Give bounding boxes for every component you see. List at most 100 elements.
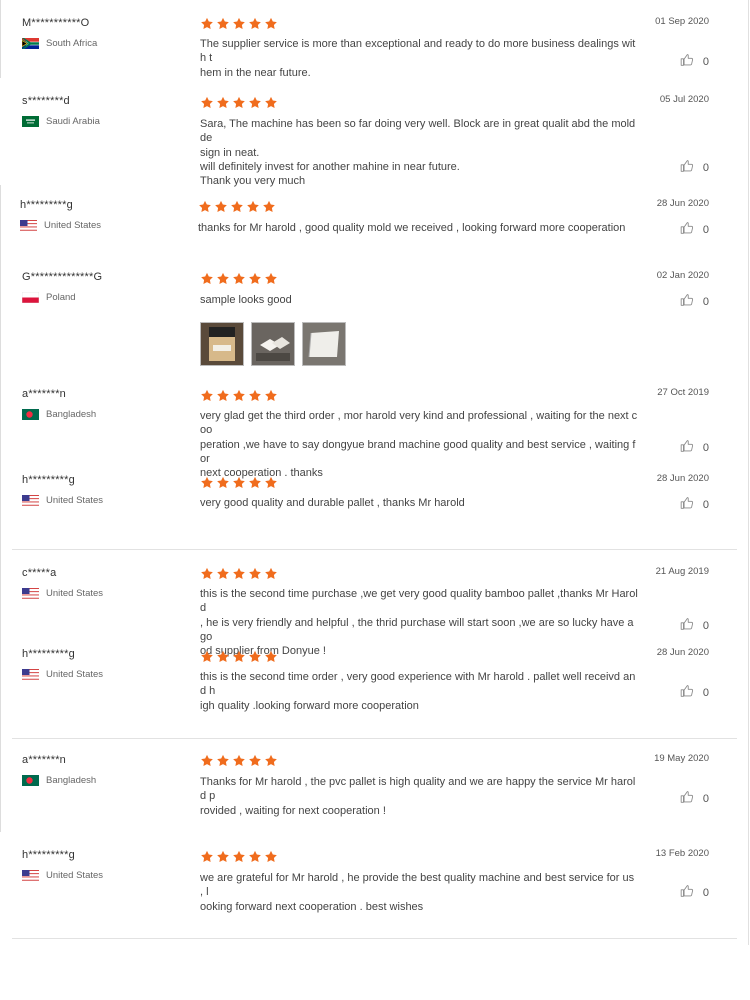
review-date: 28 Jun 2020 xyxy=(656,198,709,209)
country-label: Saudi Arabia xyxy=(46,116,100,127)
us-flag-icon xyxy=(22,870,39,881)
like-count: 0 xyxy=(702,886,709,899)
reviewer-country: United States xyxy=(20,220,101,231)
like-button[interactable]: 0 xyxy=(680,293,709,310)
thumbs-up-icon xyxy=(680,617,703,634)
like-count: 0 xyxy=(702,295,709,308)
us-flag-icon xyxy=(22,669,39,680)
us-flag-icon xyxy=(22,495,39,506)
like-button[interactable]: 0 xyxy=(680,496,709,513)
thumbs-up-icon xyxy=(680,790,703,807)
section-divider xyxy=(12,738,737,739)
star-icon xyxy=(217,850,229,862)
like-button[interactable]: 0 xyxy=(680,617,709,634)
bd-flag-icon xyxy=(22,775,39,786)
review-text: very good quality and durable pallet , t… xyxy=(200,496,640,510)
star-icon xyxy=(233,567,245,579)
review-date: 28 Jun 2020 xyxy=(656,647,709,658)
bd-flag-icon xyxy=(22,409,39,420)
star-icon xyxy=(201,650,213,662)
reviewer-country: United States xyxy=(22,669,103,680)
star-rating xyxy=(200,567,278,581)
thumbs-up-icon xyxy=(680,221,703,238)
review-item: s********d Saudi Arabia Sara, The machin… xyxy=(0,86,750,190)
review-text-line: The supplier service is more than except… xyxy=(200,38,636,65)
review-text: The supplier service is more than except… xyxy=(200,37,640,80)
review-item: a*******n Bangladesh very glad get the t… xyxy=(0,379,750,479)
star-icon xyxy=(233,850,245,862)
like-button[interactable]: 0 xyxy=(680,684,709,701)
review-item: c*****a United States this is the second… xyxy=(0,556,750,657)
star-icon xyxy=(265,96,277,108)
like-button[interactable]: 0 xyxy=(680,790,709,807)
star-icon xyxy=(215,200,227,212)
review-photo-1[interactable] xyxy=(200,322,244,366)
review-item: h*********g United States we are gratefu… xyxy=(0,840,750,940)
like-button[interactable]: 0 xyxy=(680,221,709,238)
like-count: 0 xyxy=(702,223,709,236)
pl-flag-icon xyxy=(22,292,39,303)
reviewer-name: c*****a xyxy=(22,567,57,579)
country-label: Bangladesh xyxy=(46,775,97,786)
star-rating xyxy=(200,754,278,768)
review-text: sample looks good xyxy=(200,293,640,307)
star-rating xyxy=(200,272,278,286)
star-icon xyxy=(201,96,213,108)
country-label: United States xyxy=(46,870,104,881)
like-button[interactable]: 0 xyxy=(680,53,709,70)
review-date: 05 Jul 2020 xyxy=(659,94,709,105)
star-rating xyxy=(200,96,278,110)
review-text-line: we are grateful for Mr harold , he provi… xyxy=(200,872,635,899)
review-text-line: sample looks good xyxy=(200,294,292,306)
reviewer-country: United States xyxy=(22,870,103,881)
star-icon xyxy=(263,200,275,212)
star-icon xyxy=(217,272,229,284)
reviewer-name: h*********g xyxy=(22,648,75,660)
review-text-line: ooking forward next cooperation . best w… xyxy=(200,900,424,913)
star-rating xyxy=(200,476,278,490)
review-photo-3[interactable] xyxy=(302,322,346,366)
country-label: Bangladesh xyxy=(46,409,97,420)
reviewer-name: a*******n xyxy=(22,388,67,400)
star-icon xyxy=(265,650,277,662)
thumbs-up-icon xyxy=(680,884,703,901)
star-icon xyxy=(217,476,229,488)
review-photo-2[interactable] xyxy=(251,322,295,366)
thumbs-up-icon xyxy=(680,684,703,701)
sa-flag-icon xyxy=(22,116,39,127)
like-button[interactable]: 0 xyxy=(680,159,709,176)
review-text-line: this is the second time purchase ,we get… xyxy=(200,588,638,615)
star-icon xyxy=(249,754,261,766)
star-icon xyxy=(249,17,261,29)
review-text-line: rovided , waiting for next cooperation ! xyxy=(200,804,386,817)
star-icon xyxy=(249,272,261,284)
review-text-line: this is the second time order , very goo… xyxy=(200,671,636,698)
country-label: United States xyxy=(46,495,104,506)
review-text: Thanks for Mr harold , the pvc pallet is… xyxy=(200,775,640,818)
thumbs-up-icon xyxy=(680,293,703,310)
review-text: thanks for Mr harold , good quality mold… xyxy=(198,221,638,235)
thumbs-up-icon xyxy=(680,496,703,513)
reviewer-country: South Africa xyxy=(22,38,97,49)
review-text-line: Thanks for Mr harold , the pvc pallet is… xyxy=(200,776,636,803)
review-text-line: igh quality .looking forward more cooper… xyxy=(200,699,419,712)
review-text: we are grateful for Mr harold , he provi… xyxy=(200,871,640,914)
like-button[interactable]: 0 xyxy=(680,884,709,901)
review-text-line: will definitely invest for another mahin… xyxy=(200,160,460,173)
like-button[interactable]: 0 xyxy=(680,439,709,456)
star-icon xyxy=(249,850,261,862)
star-icon xyxy=(217,389,229,401)
star-icon xyxy=(231,200,243,212)
star-icon xyxy=(247,200,259,212)
review-text-line: sign in neat. xyxy=(200,146,260,159)
review-date: 21 Aug 2019 xyxy=(655,566,709,577)
reviewer-name: G**************G xyxy=(22,271,103,283)
star-icon xyxy=(233,96,245,108)
like-count: 0 xyxy=(702,161,709,174)
review-date: 02 Jan 2020 xyxy=(656,270,709,281)
review-text-line: very glad get the third order , mor haro… xyxy=(200,410,638,437)
star-icon xyxy=(217,17,229,29)
review-item: G**************G Poland sample looks goo… xyxy=(0,265,750,375)
star-icon xyxy=(217,650,229,662)
like-count: 0 xyxy=(702,441,709,454)
